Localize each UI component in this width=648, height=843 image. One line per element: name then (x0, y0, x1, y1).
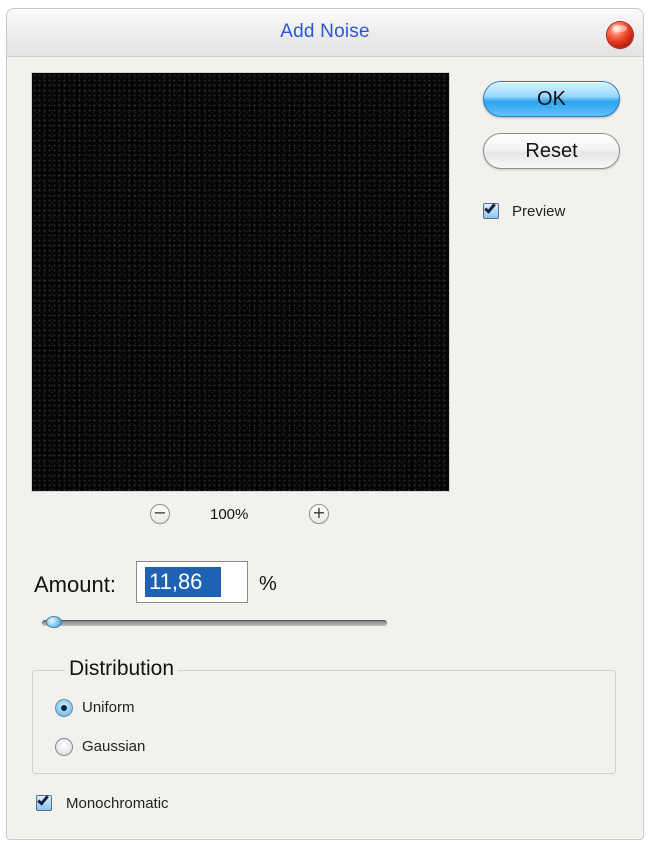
radio-selected-icon (61, 705, 67, 711)
uniform-label: Uniform (82, 699, 135, 716)
preview-checkbox[interactable] (483, 201, 499, 219)
title-bar: Add Noise (7, 9, 643, 57)
minus-icon: − (153, 503, 167, 522)
amount-slider-track[interactable] (42, 620, 387, 626)
gaussian-radio[interactable] (55, 738, 73, 756)
gaussian-label: Gaussian (82, 738, 146, 755)
distribution-group (32, 670, 616, 774)
monochromatic-label: Monochromatic (66, 795, 169, 812)
amount-field-container (136, 561, 248, 603)
preview-panel (32, 73, 449, 491)
preview-label: Preview (512, 203, 566, 220)
uniform-radio[interactable] (55, 699, 73, 717)
zoom-out-button[interactable]: − (150, 504, 170, 524)
add-noise-dialog: Add Noise − 100% + OK Reset Preview Amou… (6, 8, 644, 840)
amount-unit: % (259, 573, 277, 595)
amount-slider-thumb[interactable] (46, 616, 62, 628)
checkmark-icon (37, 793, 49, 806)
reset-button[interactable]: Reset (483, 133, 620, 169)
ok-button[interactable]: OK (483, 81, 620, 117)
dialog-title: Add Noise (280, 21, 370, 42)
noise-preview-image (32, 73, 449, 491)
monochromatic-checkbox[interactable] (36, 793, 52, 811)
amount-label: Amount: (34, 572, 116, 597)
zoom-in-button[interactable]: + (309, 504, 329, 524)
close-icon[interactable] (607, 22, 633, 48)
amount-input[interactable] (145, 567, 221, 597)
distribution-title: Distribution (65, 657, 179, 681)
checkmark-icon (484, 201, 496, 214)
plus-icon: + (312, 503, 326, 522)
zoom-level: 100% (210, 506, 249, 523)
